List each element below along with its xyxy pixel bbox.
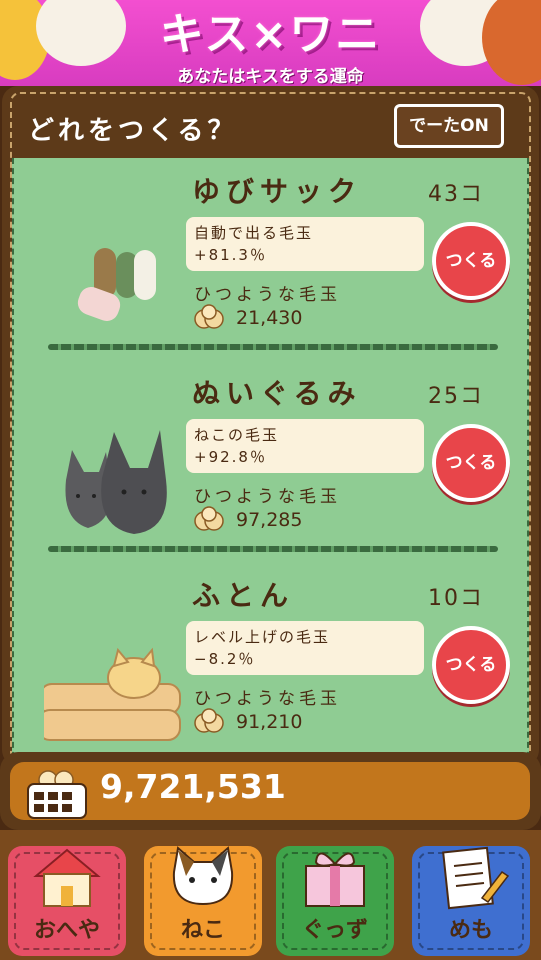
item-count: 10コ bbox=[428, 586, 484, 611]
ad-banner[interactable]: キス×ワニ あなたはキスをする運命 bbox=[0, 0, 541, 86]
craft-item-finger-sack: ゆびサック 43コ 自動で出る毛玉 +81.3％ ひつような毛玉 21,430 … bbox=[14, 158, 527, 358]
required-label: ひつような毛玉 bbox=[194, 285, 341, 305]
effect-label: 自動で出る毛玉 bbox=[194, 224, 314, 242]
effect-label: レベル上げの毛玉 bbox=[194, 628, 331, 646]
craft-panel: どれをつくる？ でーたON ゆびサック 43コ 自動で出る毛玉 +81.3％ ひ… bbox=[2, 86, 539, 768]
panel-title: どれをつくる？ bbox=[28, 116, 238, 146]
craft-list[interactable]: ゆびサック 43コ 自動で出る毛玉 +81.3％ ひつような毛玉 21,430 … bbox=[12, 158, 529, 768]
item-divider bbox=[48, 344, 498, 350]
futon-cat-icon bbox=[44, 647, 181, 741]
craft-item-futon: ふとん 10コ レベル上げの毛玉 −8.2％ ひつような毛玉 91,210 つく… bbox=[14, 562, 527, 762]
cat-face-icon bbox=[172, 846, 234, 906]
effect-value: −8.2％ bbox=[194, 650, 256, 668]
memo-icon bbox=[442, 846, 510, 910]
item-divider bbox=[48, 546, 498, 552]
nav-label: ぐっず bbox=[301, 918, 368, 943]
nav-cat-button[interactable]: ねこ bbox=[144, 846, 262, 956]
make-button[interactable]: つくる bbox=[432, 424, 510, 502]
fur-ball-icon bbox=[194, 304, 224, 329]
item-count: 43コ bbox=[428, 182, 484, 207]
bottom-nav: おへや ねこ ぐっず めも bbox=[0, 830, 541, 960]
item-name: ふとん bbox=[192, 579, 295, 612]
effect-box: レベル上げの毛玉 −8.2％ bbox=[186, 621, 424, 675]
gift-box-icon bbox=[305, 852, 365, 907]
cat-plush-icon bbox=[65, 430, 167, 534]
currency-box: 9,721,531 bbox=[10, 762, 530, 820]
item-name: ゆびサック bbox=[192, 175, 363, 208]
effect-value: +81.3％ bbox=[194, 246, 267, 264]
effect-box: 自動で出る毛玉 +81.3％ bbox=[186, 217, 424, 271]
banner-subtitle: あなたはキスをする運命 bbox=[177, 67, 364, 86]
effect-value: +92.8％ bbox=[194, 448, 267, 466]
make-button[interactable]: つくる bbox=[432, 222, 510, 300]
fur-ball-total: 9,721,531 bbox=[100, 767, 286, 806]
make-button[interactable]: つくる bbox=[432, 626, 510, 704]
currency-bar: 9,721,531 bbox=[0, 752, 541, 830]
basket-icon bbox=[27, 770, 87, 819]
fur-ball-icon bbox=[194, 506, 224, 531]
banner-title: キス×ワニ bbox=[159, 9, 382, 60]
nav-memo-button[interactable]: めも bbox=[412, 846, 530, 956]
item-name: ぬいぐるみ bbox=[192, 377, 362, 410]
craft-item-plush: ぬいぐるみ 25コ ねこの毛玉 +92.8％ ひつような毛玉 97,285 つく… bbox=[14, 360, 527, 560]
nav-label: ねこ bbox=[180, 918, 225, 943]
item-cost: 21,430 bbox=[236, 307, 303, 329]
effect-label: ねこの毛玉 bbox=[194, 426, 280, 444]
data-toggle-button[interactable]: でーたON bbox=[394, 104, 504, 148]
item-cost: 97,285 bbox=[236, 509, 303, 531]
effect-box: ねこの毛玉 +92.8％ bbox=[186, 419, 424, 473]
item-cost: 91,210 bbox=[236, 711, 303, 733]
nav-room-button[interactable]: おへや bbox=[8, 846, 126, 956]
fur-ball-icon bbox=[194, 708, 224, 733]
nav-goods-button[interactable]: ぐっず bbox=[276, 846, 394, 956]
finger-sack-icon bbox=[77, 248, 156, 321]
nav-label: おへや bbox=[33, 918, 100, 943]
nav-label: めも bbox=[448, 918, 493, 943]
required-label: ひつような毛玉 bbox=[194, 487, 341, 507]
item-count: 25コ bbox=[428, 384, 484, 409]
house-icon bbox=[33, 848, 101, 907]
required-label: ひつような毛玉 bbox=[194, 689, 341, 709]
